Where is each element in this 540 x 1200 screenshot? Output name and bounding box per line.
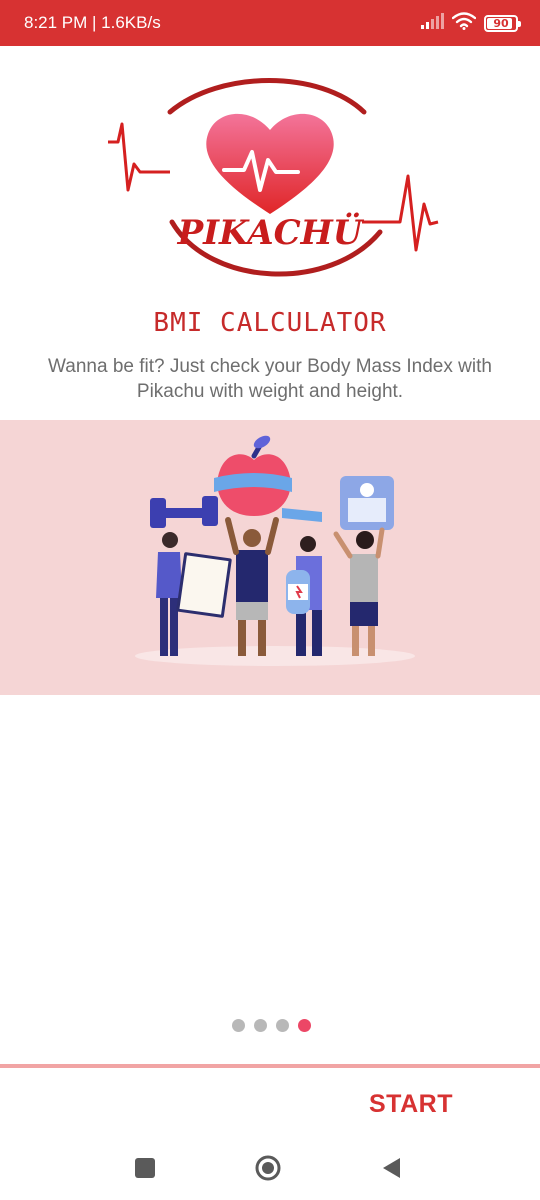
app-logo: PIKACHÜ <box>100 72 440 292</box>
page-dot-2[interactable] <box>253 1019 267 1032</box>
page-dot-1[interactable] <box>231 1019 245 1032</box>
fitness-illustration <box>135 435 415 666</box>
logo-brand-text: PIKACHÜ <box>177 212 365 253</box>
battery-level: 90 <box>493 16 509 30</box>
hero-banner <box>0 420 540 695</box>
battery-icon: 90 <box>484 14 521 32</box>
signal-icon <box>420 12 444 34</box>
system-nav-bar <box>0 1140 540 1200</box>
status-icons: 90 <box>420 11 521 35</box>
app-title: BMI CALCULATOR <box>153 308 387 338</box>
status-bar: 8:21 PM | 1.6KB/s 90 <box>0 0 540 46</box>
page-dot-3[interactable] <box>275 1019 289 1032</box>
bottom-divider <box>0 1064 540 1068</box>
page-dot-4[interactable] <box>297 1019 311 1032</box>
status-time-speed: 8:21 PM | 1.6KB/s <box>24 13 161 32</box>
page-indicator <box>0 1019 540 1032</box>
recents-square-icon[interactable] <box>130 1153 160 1183</box>
tagline: Wanna be fit? Just check your Body Mass … <box>48 356 492 402</box>
back-triangle-icon[interactable] <box>376 1153 406 1183</box>
wifi-icon <box>451 11 477 35</box>
home-circle-icon[interactable] <box>253 1153 283 1183</box>
start-button[interactable]: START <box>352 1081 470 1127</box>
